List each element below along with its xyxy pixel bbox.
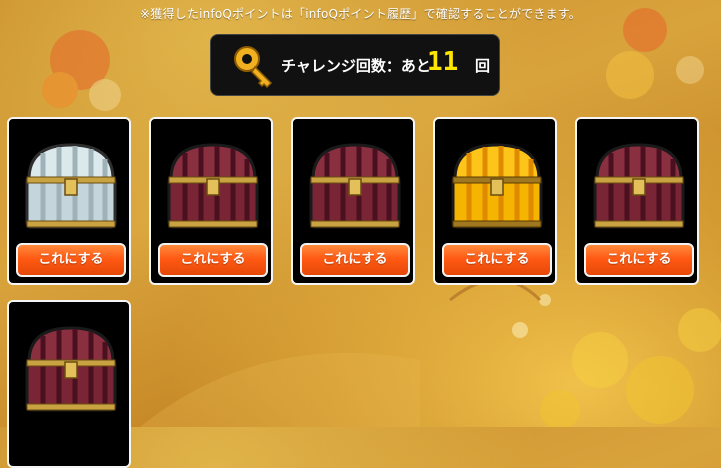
maroon-chest-icon <box>593 143 685 229</box>
challenge-unit: 回 <box>475 57 491 75</box>
maroon-chest-icon <box>167 143 259 229</box>
treasure-card-2[interactable]: これにする <box>149 117 273 285</box>
challenge-label: チャレンジ回数：あと <box>281 57 431 75</box>
key-icon <box>234 46 273 89</box>
maroon-chest-icon <box>309 143 401 229</box>
treasure-card-3[interactable]: これにする <box>291 117 415 285</box>
treasure-card-5[interactable]: これにする <box>575 117 699 285</box>
choose-button[interactable]: これにする <box>300 243 410 277</box>
challenge-count: 11 <box>427 47 459 77</box>
treasure-card-4[interactable]: これにする <box>433 117 557 285</box>
choose-button[interactable]: これにする <box>16 243 126 277</box>
treasure-card-1[interactable]: これにする <box>7 117 131 285</box>
choose-button[interactable]: これにする <box>584 243 694 277</box>
maroon-chest-icon <box>25 326 117 412</box>
points-history-notice: ※獲得したinfoQポイントは「infoQポイント履歴」で確認することができます… <box>140 7 581 21</box>
treasure-card-6[interactable] <box>7 300 131 468</box>
choose-button[interactable]: これにする <box>442 243 552 277</box>
challenge-count-panel: チャレンジ回数：あと 11 回 <box>210 34 500 96</box>
choose-button[interactable]: これにする <box>158 243 268 277</box>
silver-chest-icon <box>25 143 117 229</box>
gold-chest-icon <box>451 143 543 229</box>
